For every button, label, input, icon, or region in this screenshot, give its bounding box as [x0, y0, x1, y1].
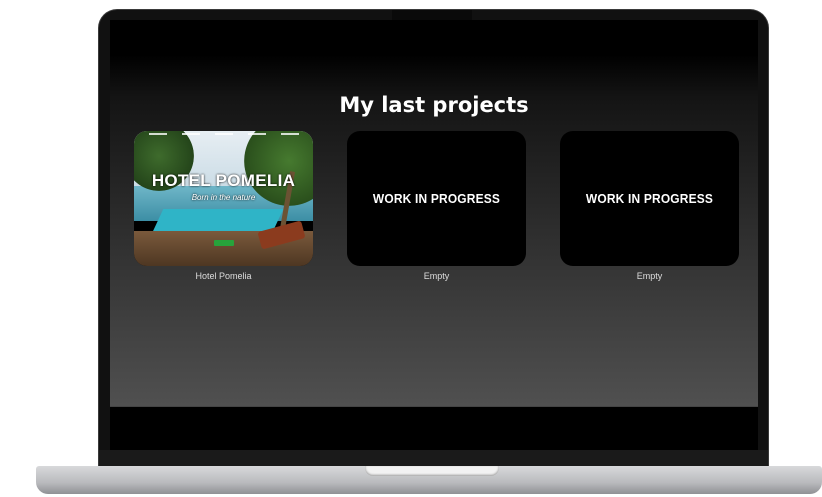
laptop-screen: My last projects HOTEL POMELIA Born in t…: [110, 20, 758, 406]
screen-bottom-bar: [110, 406, 758, 451]
project-card-placeholder[interactable]: WORK IN PROGRESS: [347, 131, 526, 266]
thumbnail-title: HOTEL POMELIA: [151, 171, 296, 190]
project-card-hotel-pomelia[interactable]: HOTEL POMELIA Born in the nature: [134, 131, 313, 266]
thumbnail-subtitle: Born in the nature: [191, 193, 256, 202]
project-card-placeholder[interactable]: WORK IN PROGRESS: [560, 131, 739, 266]
laptop-chin: [99, 450, 768, 466]
laptop-opening-notch: [365, 466, 499, 476]
project-caption: Hotel Pomelia: [195, 271, 252, 281]
thumbnail-button: [214, 240, 234, 246]
work-in-progress-label: WORK IN PROGRESS: [372, 191, 501, 206]
project-caption: Empty: [636, 271, 663, 281]
project-caption: Empty: [423, 271, 450, 281]
thumbnail-nav: [149, 133, 299, 138]
page-title: My last projects: [339, 93, 529, 117]
work-in-progress-label: WORK IN PROGRESS: [585, 191, 714, 206]
